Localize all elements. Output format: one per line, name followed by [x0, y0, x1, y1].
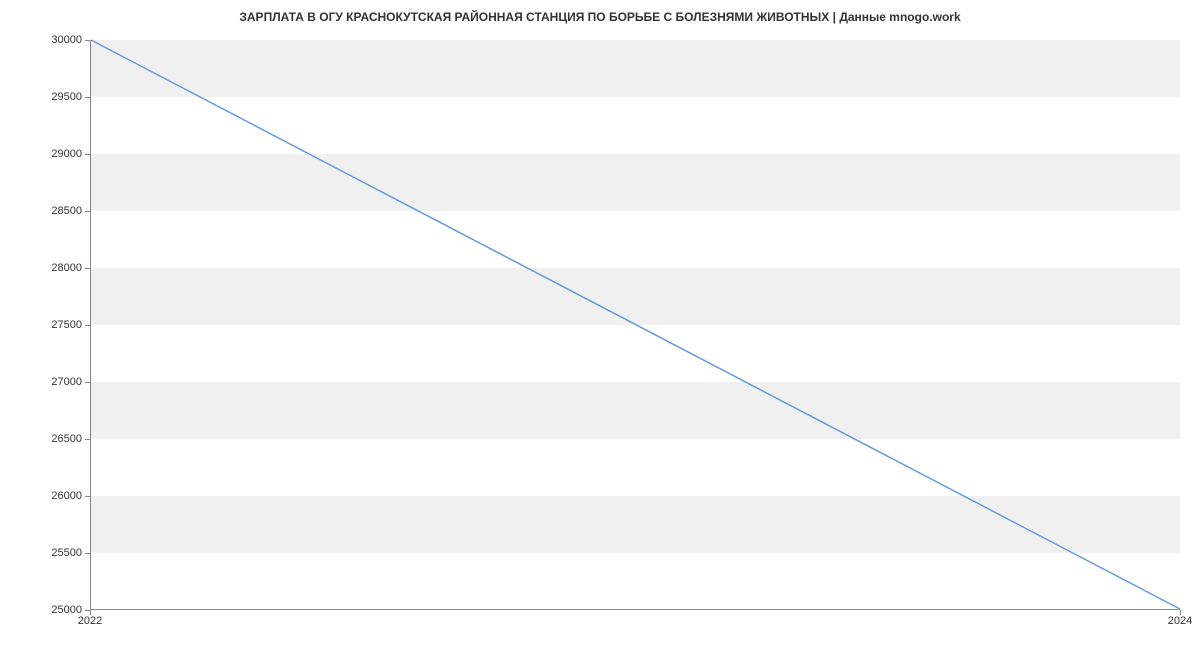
- y-tick-mark: [85, 382, 90, 383]
- y-tick-label: 30000: [32, 34, 82, 46]
- y-tick-label: 25500: [32, 547, 82, 559]
- y-tick-mark: [85, 97, 90, 98]
- y-tick-label: 29500: [32, 91, 82, 103]
- y-tick-label: 26000: [32, 490, 82, 502]
- y-tick-mark: [85, 496, 90, 497]
- y-tick-mark: [85, 40, 90, 41]
- y-tick-mark: [85, 553, 90, 554]
- y-tick-mark: [85, 439, 90, 440]
- y-tick-mark: [85, 211, 90, 212]
- y-tick-label: 29000: [32, 148, 82, 160]
- chart-title: ЗАРПЛАТА В ОГУ КРАСНОКУТСКАЯ РАЙОННАЯ СТ…: [0, 0, 1200, 34]
- plot-area: [90, 40, 1180, 610]
- x-tick-mark: [90, 610, 91, 615]
- y-tick-label: 28500: [32, 205, 82, 217]
- x-tick-label: 2024: [1168, 615, 1192, 627]
- y-tick-label: 26500: [32, 433, 82, 445]
- y-tick-label: 27000: [32, 376, 82, 388]
- y-tick-mark: [85, 154, 90, 155]
- y-tick-label: 28000: [32, 262, 82, 274]
- y-tick-label: 27500: [32, 319, 82, 331]
- chart-area: 2500025500260002650027000275002800028500…: [90, 40, 1180, 610]
- x-tick-label: 2022: [78, 615, 102, 627]
- line-series: [91, 40, 1180, 609]
- y-tick-mark: [85, 268, 90, 269]
- x-tick-mark: [1180, 610, 1181, 615]
- y-tick-label: 25000: [32, 604, 82, 616]
- y-tick-mark: [85, 325, 90, 326]
